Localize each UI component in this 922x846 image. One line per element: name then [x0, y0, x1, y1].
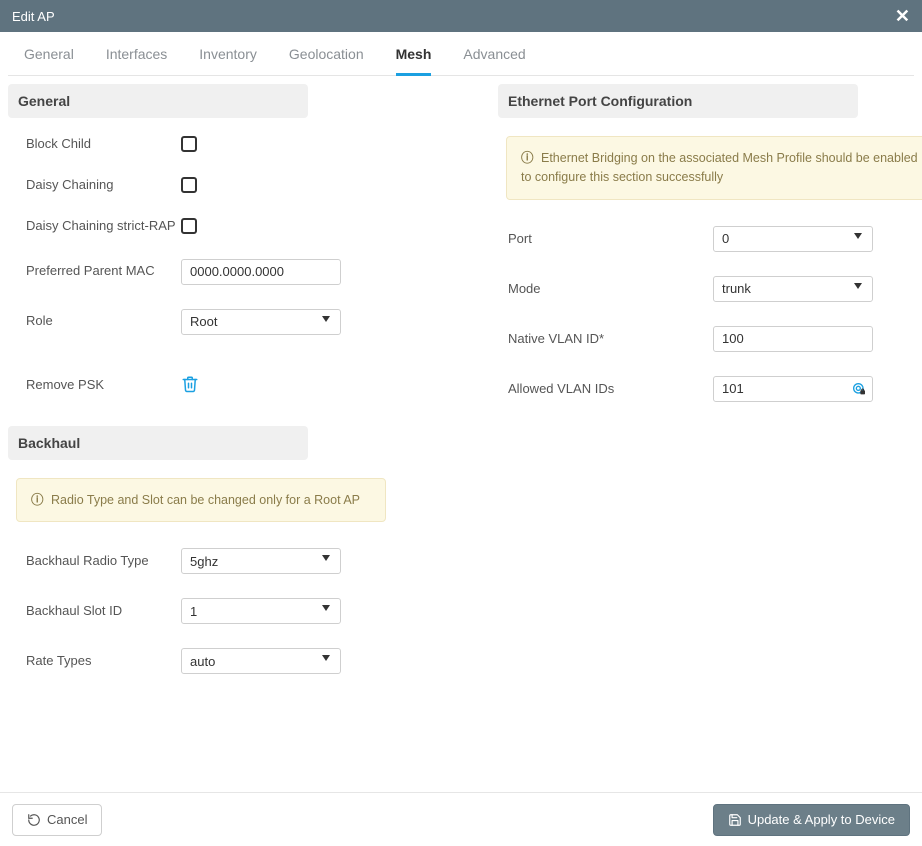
bh-radio-type-label: Backhaul Radio Type	[26, 553, 181, 570]
port-select[interactable]: 0	[713, 226, 873, 252]
bh-slot-id-select[interactable]: 1	[181, 598, 341, 624]
apply-button-label: Update & Apply to Device	[748, 812, 895, 827]
section-ethernet: Ethernet Port Configuration	[498, 84, 858, 118]
bh-radio-type-value: 5ghz	[190, 554, 218, 569]
daisy-chaining-checkbox[interactable]	[181, 177, 197, 193]
mode-select-value: trunk	[722, 281, 751, 296]
tab-inventory[interactable]: Inventory	[199, 46, 257, 75]
pref-parent-mac-label: Preferred Parent MAC	[26, 263, 181, 280]
rate-types-label: Rate Types	[26, 653, 181, 670]
block-child-label: Block Child	[26, 136, 181, 153]
cancel-button-label: Cancel	[47, 812, 87, 827]
section-general: General	[8, 84, 308, 118]
daisy-strict-checkbox[interactable]	[181, 218, 197, 234]
role-label: Role	[26, 313, 181, 330]
role-select-value: Root	[190, 314, 217, 329]
remove-psk-label: Remove PSK	[26, 377, 181, 394]
role-select[interactable]: Root	[181, 309, 341, 335]
tab-interfaces[interactable]: Interfaces	[106, 46, 167, 75]
modal-body: General Block Child Daisy Chaining Daisy…	[0, 76, 922, 792]
chevron-down-icon	[322, 555, 330, 561]
cancel-button[interactable]: Cancel	[12, 804, 102, 836]
tab-geolocation[interactable]: Geolocation	[289, 46, 364, 75]
bh-radio-type-select[interactable]: 5ghz	[181, 548, 341, 574]
section-backhaul: Backhaul	[8, 426, 308, 460]
chevron-down-icon	[854, 233, 862, 239]
ethernet-alert-text: Ethernet Bridging on the associated Mesh…	[521, 151, 918, 184]
tabs-row: General Interfaces Inventory Geolocation…	[8, 32, 914, 76]
allowed-vlan-label: Allowed VLAN IDs	[508, 381, 713, 396]
close-icon[interactable]: ✕	[895, 6, 910, 27]
daisy-strict-label: Daisy Chaining strict-RAP	[26, 218, 181, 235]
backhaul-alert-text: Radio Type and Slot can be changed only …	[51, 493, 360, 507]
block-child-checkbox[interactable]	[181, 136, 197, 152]
info-icon: ⓘ	[31, 493, 44, 507]
port-select-value: 0	[722, 231, 729, 246]
rate-types-select[interactable]: auto	[181, 648, 341, 674]
chevron-down-icon	[322, 655, 330, 661]
modal-header: Edit AP ✕	[0, 0, 922, 32]
trash-icon[interactable]	[181, 375, 199, 396]
chevron-down-icon	[322, 605, 330, 611]
modal-footer: Cancel Update & Apply to Device	[0, 792, 922, 846]
mode-select[interactable]: trunk	[713, 276, 873, 302]
tab-general[interactable]: General	[24, 46, 74, 75]
native-vlan-input[interactable]	[713, 326, 873, 352]
bh-slot-id-label: Backhaul Slot ID	[26, 603, 181, 620]
pref-parent-mac-input[interactable]	[181, 259, 341, 285]
info-icon: ⓘ	[521, 151, 534, 165]
tab-mesh[interactable]: Mesh	[396, 46, 432, 76]
target-lock-icon[interactable]	[851, 381, 867, 397]
native-vlan-label: Native VLAN ID*	[508, 331, 713, 346]
chevron-down-icon	[322, 316, 330, 322]
mode-label: Mode	[508, 281, 713, 296]
tab-advanced[interactable]: Advanced	[463, 46, 525, 75]
bh-slot-id-value: 1	[190, 604, 197, 619]
apply-button[interactable]: Update & Apply to Device	[713, 804, 910, 836]
allowed-vlan-input[interactable]	[713, 376, 873, 402]
modal-title: Edit AP	[12, 9, 55, 24]
rate-types-value: auto	[190, 654, 215, 669]
chevron-down-icon	[854, 283, 862, 289]
daisy-chaining-label: Daisy Chaining	[26, 177, 181, 194]
port-label: Port	[508, 231, 713, 246]
